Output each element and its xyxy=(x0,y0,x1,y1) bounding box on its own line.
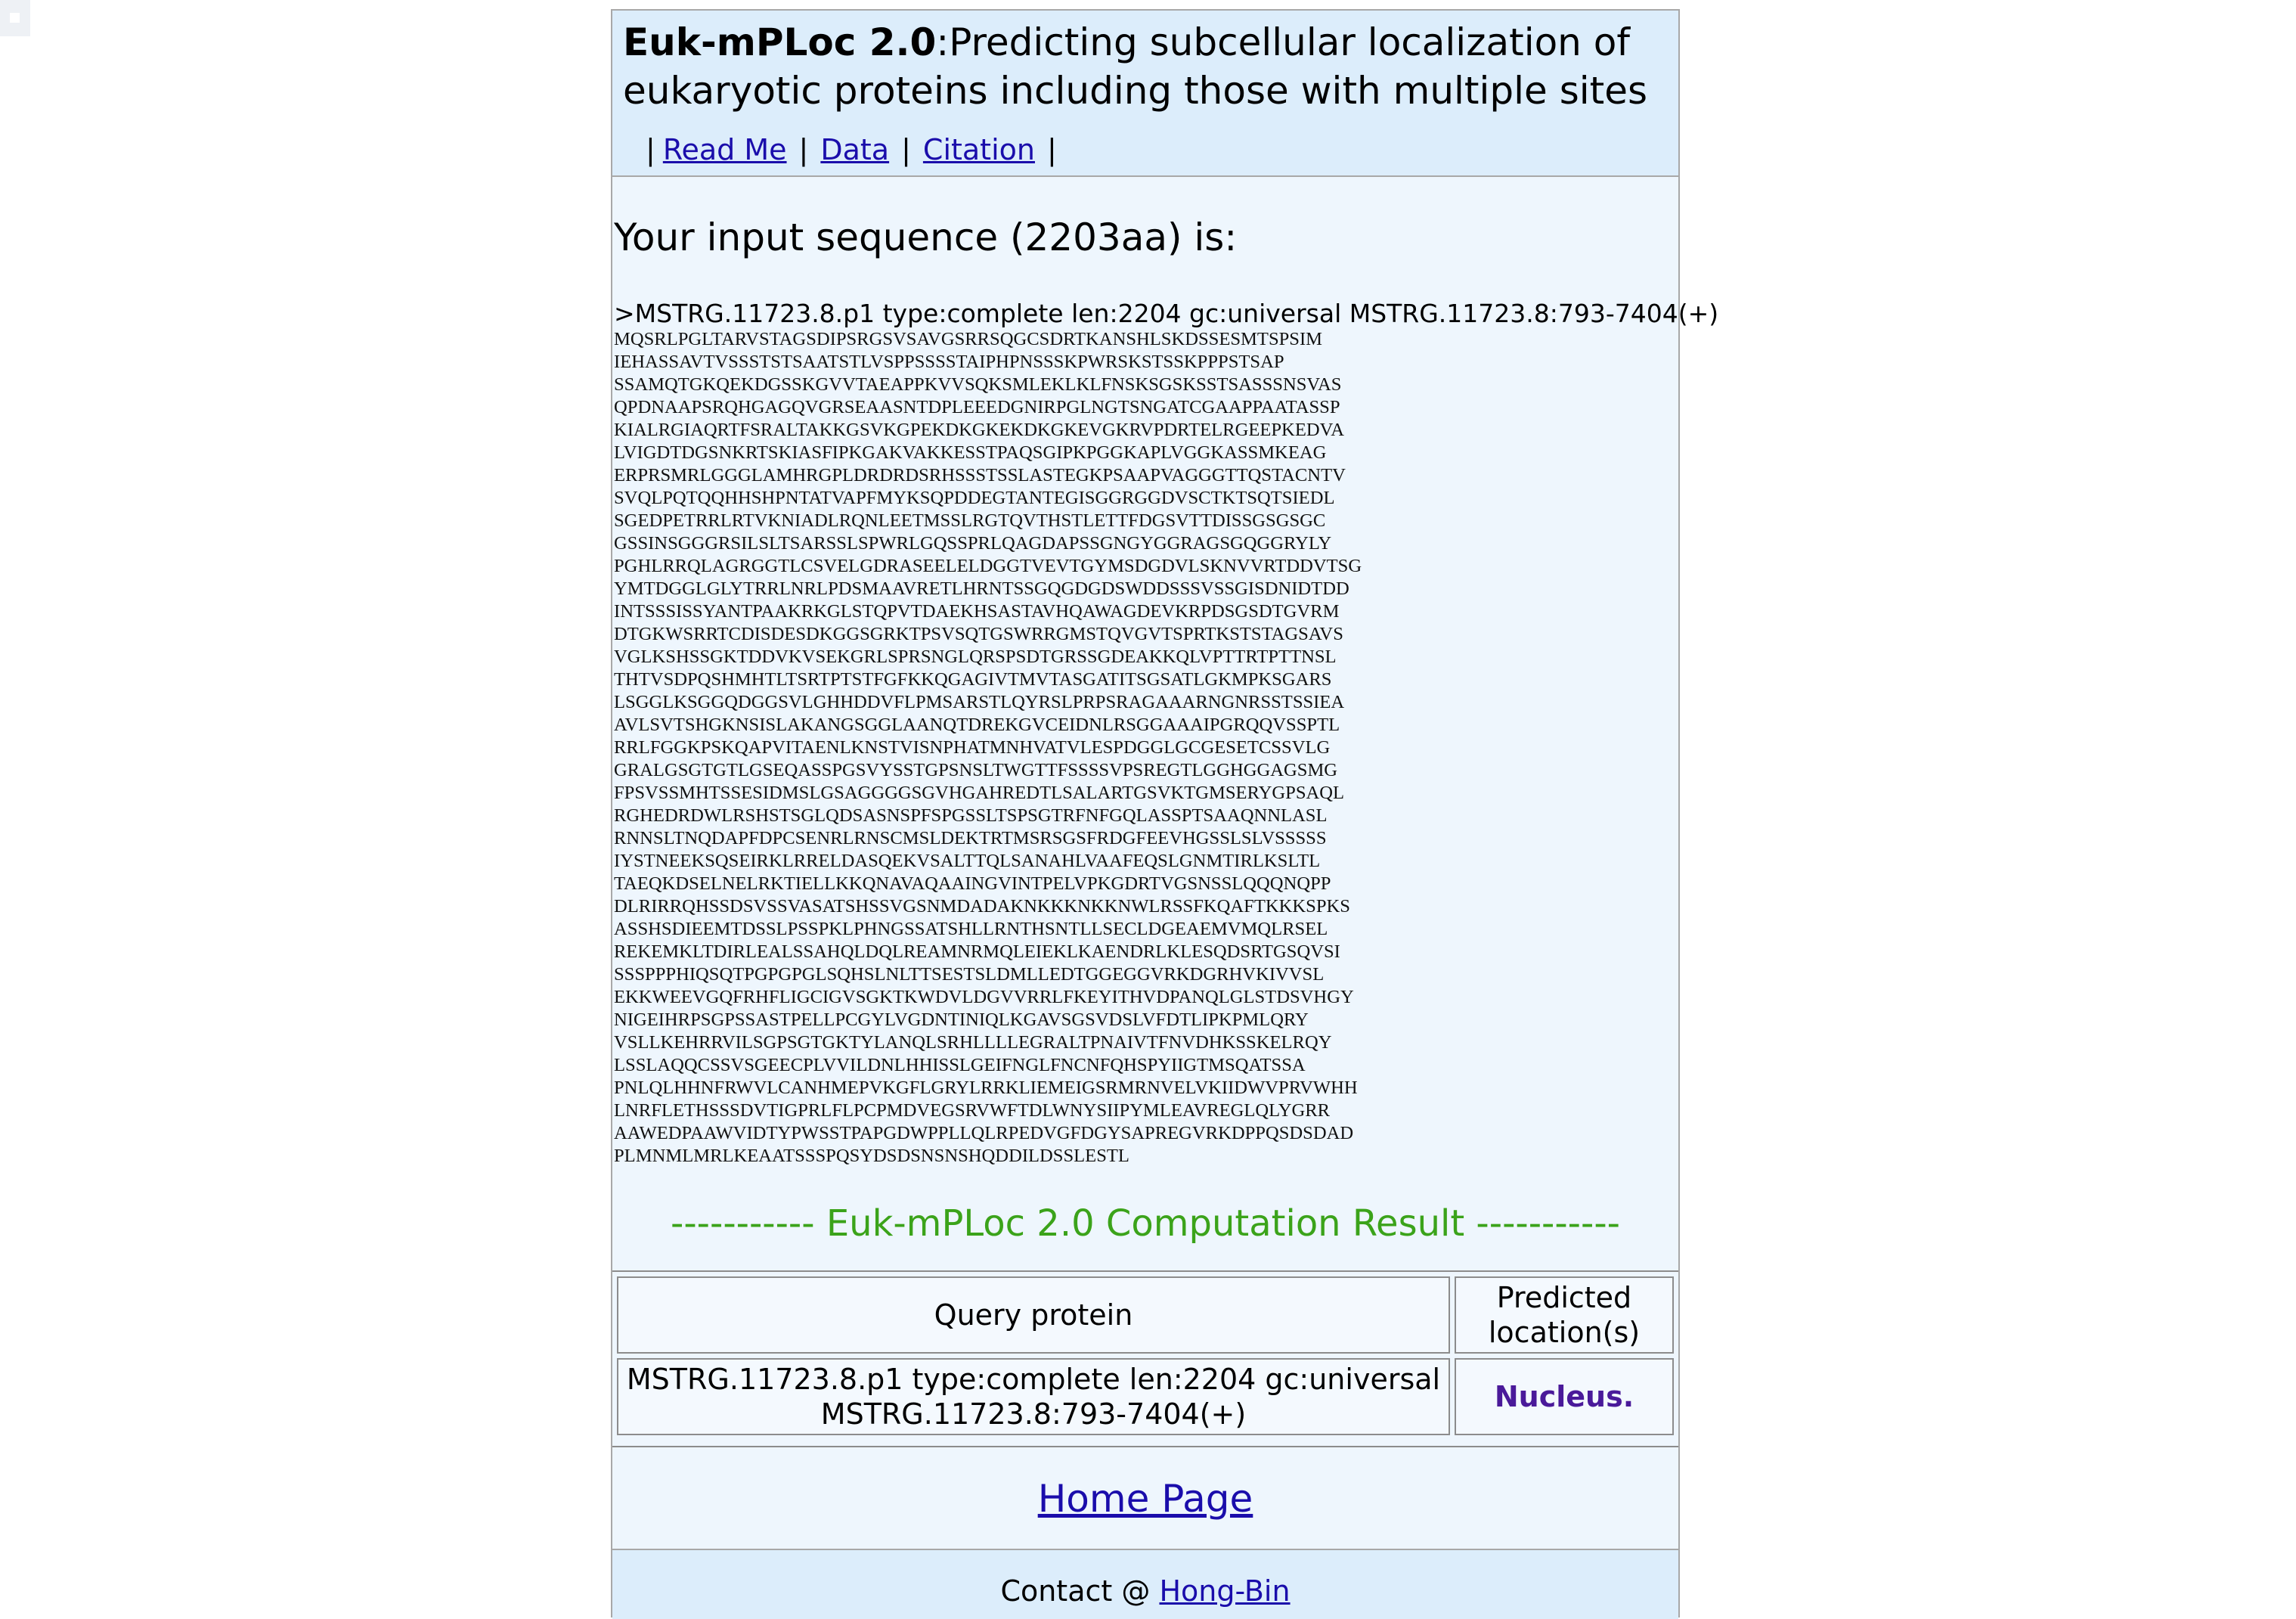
fasta-header: >MSTRG.11723.8.p1 type:complete len:2204… xyxy=(614,299,1719,328)
nav-separator: | xyxy=(646,133,655,166)
column-header-query-label: Query protein xyxy=(934,1298,1133,1332)
table-cell-location: Nucleus. xyxy=(1455,1358,1674,1435)
sequence-body: MQSRLPGLTARVSTAGSDIPSRGSVSAVGSRRSQGCSDRT… xyxy=(614,329,1362,1166)
home-link-wrapper: Home Page xyxy=(612,1475,1678,1523)
nav-link-readme[interactable]: Read Me xyxy=(663,133,787,166)
nav-link-citation[interactable]: Citation xyxy=(923,133,1035,166)
page-container: Euk-mPLoc 2.0:Predicting subcellular loc… xyxy=(611,9,1718,1619)
page-title: Euk-mPLoc 2.0:Predicting subcellular loc… xyxy=(623,18,1666,115)
column-header-location-label: Predicted location(s) xyxy=(1488,1281,1641,1349)
column-header-query: Query protein xyxy=(617,1276,1450,1354)
contact-label: Contact @ xyxy=(1000,1574,1160,1608)
home-page-link[interactable]: Home Page xyxy=(1038,1477,1253,1521)
result-table: Query protein Predicted location(s) MSTR… xyxy=(612,1270,1678,1447)
query-protein-value: MSTRG.11723.8.p1 type:complete len:2204 … xyxy=(626,1363,1441,1431)
nav-bar: | Read Me | Data | Citation | xyxy=(646,132,1069,168)
nav-separator: | xyxy=(1046,133,1057,166)
contact-link[interactable]: Hong-Bin xyxy=(1159,1574,1290,1608)
result-title: ----------- Euk-mPLoc 2.0 Computation Re… xyxy=(671,1202,1620,1245)
table-cell-query: MSTRG.11723.8.p1 type:complete len:2204 … xyxy=(617,1358,1450,1435)
header: Euk-mPLoc 2.0:Predicting subcellular loc… xyxy=(612,11,1678,177)
nav-separator: | xyxy=(901,133,911,166)
nav-link-data[interactable]: Data xyxy=(820,133,889,166)
corner-mark xyxy=(0,0,30,36)
sequence-heading: Your input sequence (2203aa) is: xyxy=(614,216,1238,259)
column-header-location: Predicted location(s) xyxy=(1455,1276,1674,1354)
predicted-location-value: Nucleus. xyxy=(1494,1380,1634,1413)
app-name: Euk-mPLoc 2.0 xyxy=(623,20,937,64)
nav-separator: | xyxy=(798,133,809,166)
footer: Contact @ Hong-Bin xyxy=(612,1549,1678,1619)
